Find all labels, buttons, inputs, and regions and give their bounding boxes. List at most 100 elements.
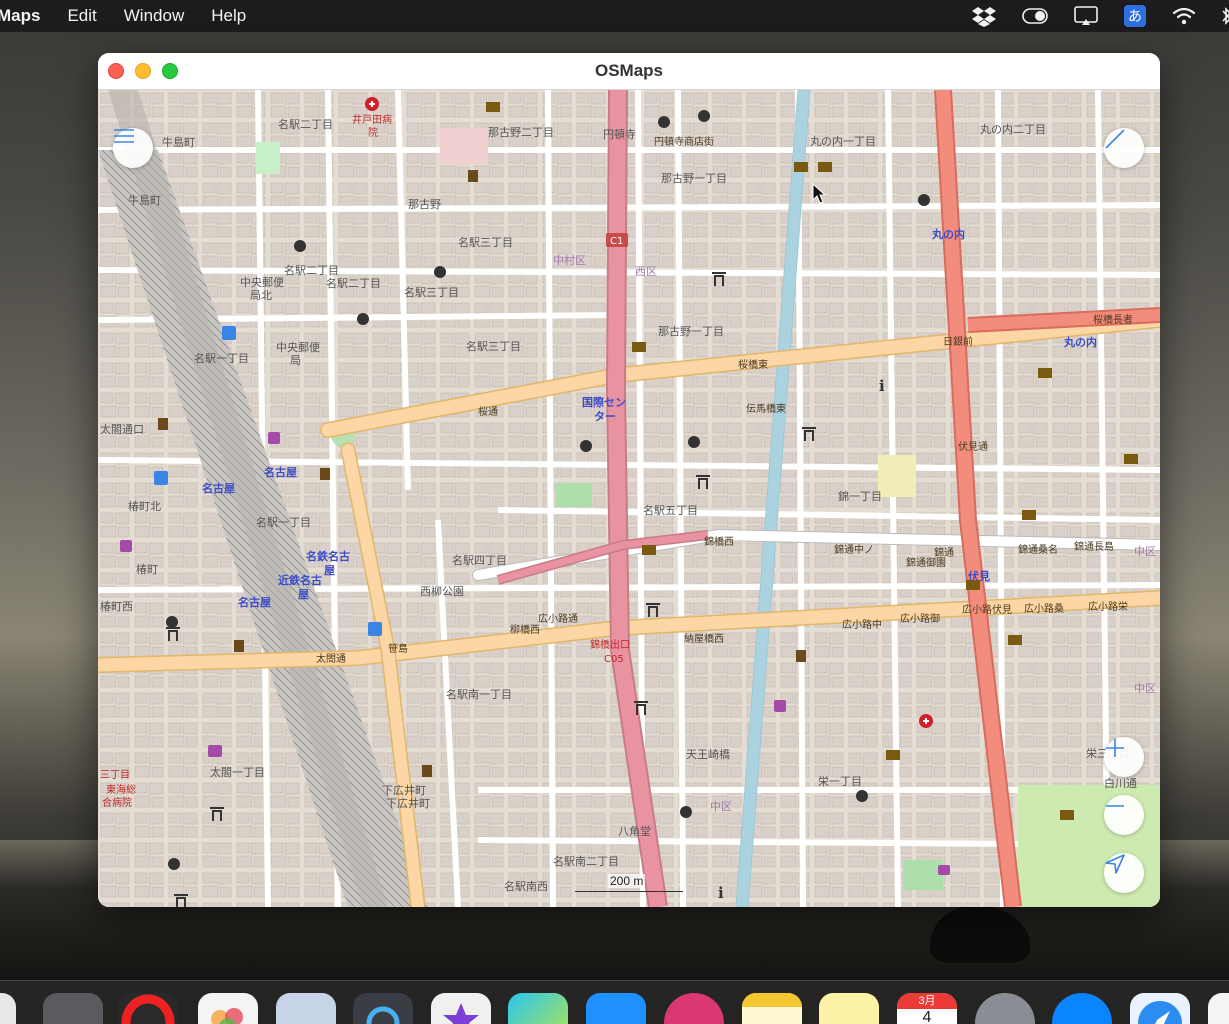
dock-safari-icon[interactable]: [1130, 993, 1190, 1024]
wifi-icon[interactable]: [1172, 7, 1196, 25]
svg-text:西区: 西区: [635, 265, 657, 278]
menu-window[interactable]: Window: [124, 6, 184, 26]
svg-text:名駅三丁目: 名駅三丁目: [458, 235, 513, 249]
temple-icon: [794, 162, 808, 172]
zoom-window-button[interactable]: [162, 63, 178, 79]
title-bar[interactable]: OSMaps: [98, 53, 1160, 90]
dock-app-icon[interactable]: [43, 993, 103, 1024]
svg-text:ター: ター: [594, 410, 616, 423]
worship-icon: [680, 806, 692, 818]
svg-text:広小路通: 広小路通: [538, 612, 578, 625]
map-view[interactable]: 名駅二丁目 井戸田病 院 那古野二丁目 円頓寺 円頓寺商店街 丸の内一丁目 丸の…: [98, 90, 1160, 907]
dock-system-preferences-icon[interactable]: [975, 993, 1035, 1024]
svg-text:名駅三丁目: 名駅三丁目: [466, 339, 521, 353]
dock-app-store-icon[interactable]: [586, 993, 646, 1024]
svg-text:東海総: 東海総: [106, 783, 136, 796]
svg-text:那古野: 那古野: [408, 198, 441, 211]
worship-icon: [918, 194, 930, 206]
measure-button[interactable]: [1104, 128, 1144, 168]
svg-text:円頓寺商店街: 円頓寺商店街: [654, 135, 714, 148]
svg-text:錦橋出口: 錦橋出口: [590, 638, 630, 651]
map-canvas[interactable]: 名駅二丁目 井戸田病 院 那古野二丁目 円頓寺 円頓寺商店街 丸の内一丁目 丸の…: [98, 90, 1160, 907]
svg-text:椿町西: 椿町西: [100, 600, 133, 613]
dock-screenflow-icon[interactable]: [664, 993, 724, 1024]
zoom-out-button[interactable]: [1104, 795, 1144, 835]
map-menu-button[interactable]: [113, 128, 153, 168]
bus-icon: [154, 471, 168, 485]
dock-airdrop-icon[interactable]: [1052, 993, 1112, 1024]
dock-calendar-icon[interactable]: 3月 4: [897, 993, 957, 1024]
screen-mirror-icon[interactable]: [1074, 6, 1098, 26]
svg-text:牛島町: 牛島町: [162, 135, 195, 149]
svg-text:広小路中: 広小路中: [842, 618, 882, 631]
shop-icon: [268, 432, 280, 444]
svg-text:三丁目: 三丁目: [100, 770, 130, 781]
svg-text:丸の内一丁目: 丸の内一丁目: [810, 134, 876, 148]
svg-text:丸の内二丁目: 丸の内二丁目: [980, 122, 1046, 136]
dropbox-icon[interactable]: [972, 5, 996, 27]
dock-opera-icon[interactable]: [118, 993, 178, 1024]
expressway-shield-c1: C1: [606, 233, 628, 247]
svg-text:名駅四丁目: 名駅四丁目: [452, 553, 507, 567]
menu-icon: [114, 129, 134, 143]
dock-quicktime-icon[interactable]: [353, 993, 413, 1024]
svg-text:C1: C1: [610, 236, 623, 247]
worship-icon: [856, 790, 868, 802]
worship-icon: [294, 240, 306, 252]
svg-text:広小路桑: 広小路桑: [1024, 602, 1064, 615]
dock-imovie-icon[interactable]: [431, 993, 491, 1024]
temple-icon: [1008, 635, 1022, 645]
svg-text:栄一丁目: 栄一丁目: [818, 774, 862, 788]
dock-preview-icon[interactable]: [276, 993, 336, 1024]
svg-text:中村区: 中村区: [553, 253, 586, 267]
zoom-in-button[interactable]: [1104, 737, 1144, 777]
close-window-button[interactable]: [108, 63, 124, 79]
dock-photos-icon[interactable]: [198, 993, 258, 1024]
ruler-icon: [1105, 129, 1125, 149]
svg-text:錦通御園: 錦通御園: [906, 556, 946, 569]
svg-text:名駅二丁目: 名駅二丁目: [284, 263, 339, 277]
dock-notes-icon[interactable]: [742, 993, 802, 1024]
svg-text:白川通: 白川通: [1104, 776, 1137, 790]
menu-help[interactable]: Help: [211, 6, 246, 26]
dock-stickies-icon[interactable]: [819, 993, 879, 1024]
menu-edit[interactable]: Edit: [67, 6, 96, 26]
svg-text:那古野二丁目: 那古野二丁目: [488, 126, 554, 139]
svg-text:日銀前: 日銀前: [943, 335, 973, 348]
worship-icon: [168, 858, 180, 870]
svg-text:院: 院: [368, 126, 378, 139]
svg-text:那古野一丁目: 那古野一丁目: [661, 172, 727, 185]
toggle-icon[interactable]: [1022, 8, 1048, 24]
svg-text:天王崎橋: 天王崎橋: [686, 747, 730, 761]
svg-text:桜通: 桜通: [478, 405, 498, 418]
worship-icon: [698, 110, 710, 122]
locate-me-button[interactable]: [1104, 853, 1144, 893]
info-icon: i: [879, 377, 885, 395]
minimize-window-button[interactable]: [135, 63, 151, 79]
temple-icon: [486, 102, 500, 112]
svg-text:太閤通口: 太閤通口: [100, 423, 144, 436]
bluetooth-icon[interactable]: [1222, 6, 1229, 26]
temple-icon: [632, 342, 646, 352]
svg-text:名駅五丁目: 名駅五丁目: [643, 503, 698, 517]
input-method-icon[interactable]: あ: [1124, 5, 1146, 27]
svg-text:中区: 中区: [1134, 545, 1156, 558]
svg-text:下広井町: 下広井町: [386, 796, 430, 810]
svg-text:名駅南一丁目: 名駅南一丁目: [446, 687, 512, 701]
dock-finder-icon[interactable]: [0, 993, 16, 1024]
svg-text:中央郵便: 中央郵便: [276, 341, 320, 354]
svg-text:錦橋西: 錦橋西: [704, 535, 734, 548]
menu-app-name[interactable]: Maps: [0, 6, 40, 26]
dock-numbers-icon[interactable]: [508, 993, 568, 1024]
svg-text:錦通長島: 錦通長島: [1074, 540, 1114, 553]
svg-text:国際セン: 国際セン: [582, 395, 626, 409]
temple-icon: [1038, 368, 1052, 378]
svg-text:椿町: 椿町: [136, 563, 158, 576]
svg-text:八角堂: 八角堂: [618, 825, 651, 838]
svg-text:太閤通: 太閤通: [316, 652, 346, 665]
scale-label: 200 m: [608, 874, 646, 888]
svg-text:名古屋: 名古屋: [264, 465, 297, 479]
dock-app-icon-last[interactable]: [1208, 993, 1229, 1024]
worship-icon: [434, 266, 446, 278]
museum-icon: [158, 418, 168, 430]
